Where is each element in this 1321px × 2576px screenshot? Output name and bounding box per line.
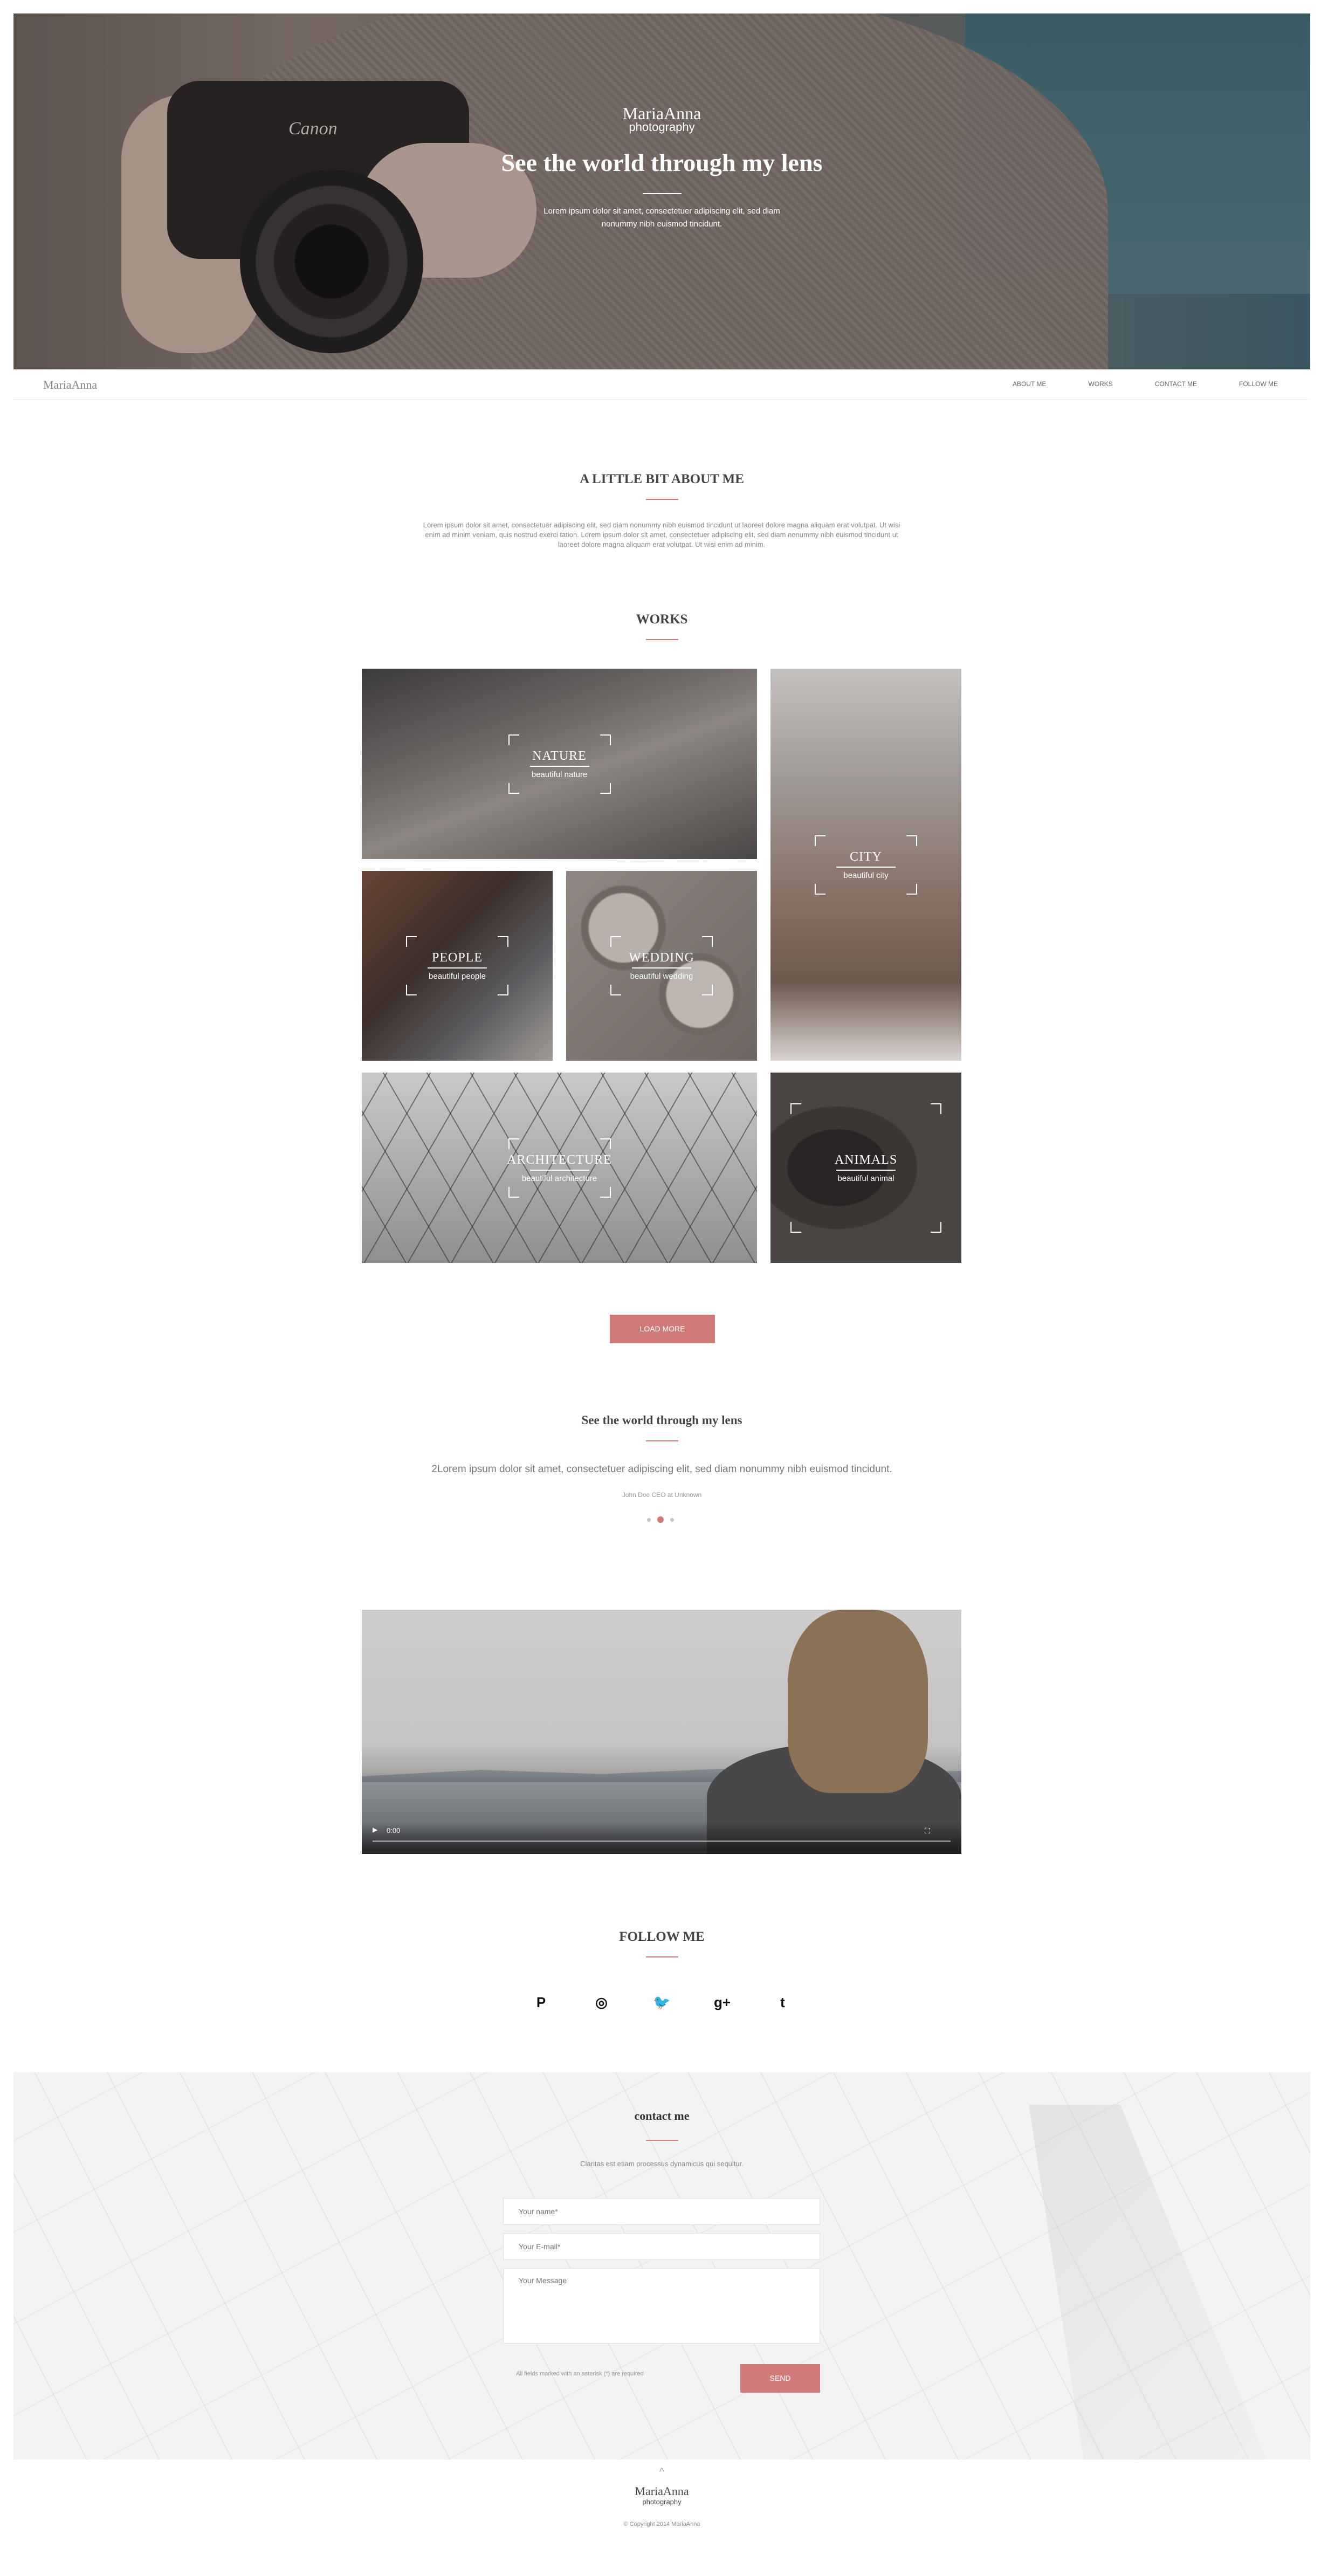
tile-caption: CITY beautiful city [770, 850, 961, 880]
slide-dot-1[interactable] [647, 1517, 651, 1522]
video-controls-bar [362, 1822, 961, 1854]
hero-logo: MariaAnna [622, 104, 701, 123]
tile-title: NATURE [532, 748, 587, 763]
send-button[interactable]: SEND [740, 2364, 820, 2393]
work-tile-city[interactable]: CITY beautiful city [770, 669, 961, 1061]
hero-text: Lorem ipsum dolor sit amet, consectetuer… [543, 207, 780, 229]
google-plus-icon[interactable]: g+ [692, 1994, 753, 2011]
tile-subtitle: beautiful nature [531, 770, 588, 779]
tile-subtitle: beautiful city [843, 870, 889, 880]
nav-item-follow-me[interactable]: FOLLOW ME [1239, 380, 1278, 388]
tile-underline [836, 866, 896, 868]
tile-caption: NATURE beautiful nature [362, 749, 757, 779]
tumblr-icon[interactable]: t [753, 1994, 813, 2011]
video-player[interactable]: ▶ 0:00 ⛶ [362, 1610, 961, 1854]
tile-subtitle: beautiful wedding [630, 972, 693, 981]
copyright-text: © Copyright 2014 MariaAnna [623, 2521, 700, 2527]
testimonial-author: John Doe CEO at Unknown [622, 1491, 702, 1499]
follow-title: FOLLOW ME [619, 1929, 705, 1944]
tile-underline [836, 1169, 896, 1171]
pinterest-icon[interactable]: P [511, 1994, 572, 2011]
video-time: 0:00 [387, 1826, 401, 1835]
play-icon[interactable]: ▶ [373, 1826, 377, 1833]
contact-section: contact me Claritas est etiam processus … [13, 2072, 1310, 2460]
email-input[interactable] [503, 2233, 820, 2260]
tile-caption: WEDDING beautiful wedding [566, 951, 757, 981]
footer-logo-sub: photography [642, 2498, 682, 2506]
slide-dot-2[interactable] [657, 1516, 664, 1523]
tile-title: ANIMALS [834, 1152, 898, 1167]
back-to-top-icon[interactable]: ^ [13, 2466, 1310, 2478]
nav-item-works[interactable]: WORKS [1088, 380, 1112, 388]
tile-underline [632, 967, 691, 968]
tile-underline [428, 967, 487, 968]
testimonial-quote: 2Lorem ipsum dolor sit amet, consectetue… [431, 1464, 892, 1475]
hero-logo-sub: photography [629, 120, 695, 134]
tile-subtitle: beautiful architecture [521, 1173, 597, 1183]
follow-divider [646, 1956, 678, 1957]
message-input[interactable] [503, 2268, 820, 2344]
contact-intro: Claritas est etiam processus dynamicus q… [580, 2160, 744, 2168]
tile-caption: ANIMALS beautiful animal [770, 1153, 961, 1183]
fullscreen-icon[interactable]: ⛶ [925, 1826, 930, 1836]
hero-divider [642, 193, 682, 194]
work-tile-people[interactable]: PEOPLE beautiful people [362, 871, 553, 1061]
tile-title: CITY [850, 849, 882, 864]
works-title: WORKS [636, 612, 688, 627]
tile-title: ARCHITECTURE [507, 1152, 612, 1167]
testimonial-title: See the world through my lens [581, 1413, 742, 1427]
work-tile-animals[interactable]: ANIMALS beautiful animal [770, 1073, 961, 1263]
tile-caption: PEOPLE beautiful people [362, 951, 553, 981]
contact-divider [646, 2140, 678, 2141]
works-divider [646, 639, 678, 640]
nav-item-contact-me[interactable]: CONTACT ME [1155, 380, 1197, 388]
about-divider [646, 499, 678, 500]
tile-subtitle: beautiful people [429, 972, 486, 981]
work-tile-nature[interactable]: NATURE beautiful nature [362, 669, 757, 859]
tile-subtitle: beautiful animal [837, 1173, 895, 1183]
tile-underline [529, 765, 589, 767]
footer-logo: MariaAnna [635, 2484, 689, 2498]
testimonial-pagination [647, 1516, 674, 1523]
testimonial-divider [646, 1440, 678, 1441]
main-nav: MariaAnna ABOUT ME WORKS CONTACT ME FOLL… [13, 369, 1310, 400]
required-note: All fields marked with an asterisk (*) a… [516, 2371, 644, 2377]
about-text: Lorem ipsum dolor sit amet, consectetuer… [423, 521, 900, 548]
instagram-icon[interactable]: ◎ [572, 1994, 632, 2011]
contact-title: contact me [634, 2109, 690, 2122]
nav-item-about-me[interactable]: ABOUT ME [1013, 380, 1046, 388]
work-tile-architecture[interactable]: ARCHITECTURE beautiful architecture [362, 1073, 757, 1263]
twitter-icon[interactable]: 🐦 [632, 1994, 692, 2011]
nav-logo[interactable]: MariaAnna [43, 378, 97, 392]
about-title: A LITTLE BIT ABOUT ME [580, 472, 744, 486]
nav-menu: ABOUT ME WORKS CONTACT ME FOLLOW ME [971, 380, 1278, 388]
slide-dot-3[interactable] [670, 1517, 674, 1522]
tile-underline [529, 1169, 589, 1171]
hero-title: See the world through my lens [501, 149, 823, 176]
social-icons: P ◎ 🐦 g+ t [13, 1994, 1310, 2011]
load-more-button[interactable]: LOAD MORE [610, 1315, 715, 1343]
name-input[interactable] [503, 2198, 820, 2225]
tile-caption: ARCHITECTURE beautiful architecture [362, 1153, 757, 1183]
hero-content: MariaAnna photography See the world thro… [13, 105, 1310, 231]
hero-section: Canon MariaAnna photography See the worl… [13, 13, 1310, 369]
video-frame-hair [788, 1610, 928, 1793]
work-tile-wedding[interactable]: WEDDING beautiful wedding [566, 871, 757, 1061]
tile-title: PEOPLE [431, 951, 483, 965]
tile-title: WEDDING [629, 951, 694, 965]
video-progress-track[interactable] [373, 1840, 951, 1842]
